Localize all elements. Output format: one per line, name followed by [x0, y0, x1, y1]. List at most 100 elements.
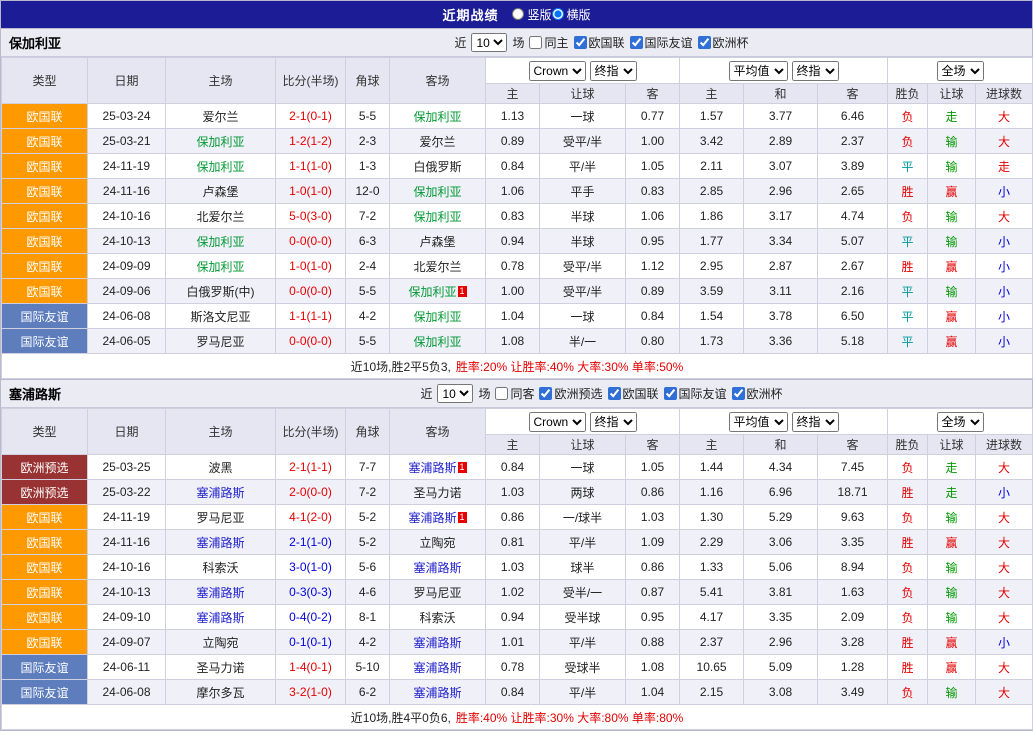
home-team-link[interactable]: 白俄罗斯(中)	[187, 285, 255, 299]
league-badge[interactable]: 欧国联	[2, 204, 88, 229]
euro-company-select[interactable]: 平均值	[729, 412, 788, 432]
away-team-link[interactable]: 保加利亚	[413, 210, 461, 224]
score-link[interactable]: 2-1(1-1)	[289, 460, 332, 474]
score-link[interactable]: 4-1(2-0)	[289, 510, 332, 524]
score-link[interactable]: 0-3(0-3)	[289, 585, 332, 599]
away-team-link[interactable]: 塞浦路斯	[413, 636, 461, 650]
league-badge[interactable]: 欧国联	[2, 179, 88, 204]
league-badge[interactable]: 欧国联	[2, 580, 88, 605]
league-badge[interactable]: 欧国联	[2, 279, 88, 304]
score-link[interactable]: 3-0(1-0)	[289, 560, 332, 574]
filter-option-2[interactable]: 国际友谊	[630, 34, 693, 51]
league-badge[interactable]: 欧国联	[2, 229, 88, 254]
home-team-link[interactable]: 卢森堡	[202, 185, 238, 199]
home-team-link[interactable]: 保加利亚	[196, 160, 244, 174]
league-badge[interactable]: 欧国联	[2, 129, 88, 154]
filter-checkbox[interactable]	[574, 36, 587, 49]
away-team-link[interactable]: 圣马力诺	[413, 486, 461, 500]
score-link[interactable]: 0-0(0-0)	[289, 234, 332, 248]
league-badge[interactable]: 欧洲预选	[2, 480, 88, 505]
away-team-link[interactable]: 立陶宛	[419, 536, 455, 550]
euro-company-select[interactable]: 平均值	[729, 61, 788, 81]
score-link[interactable]: 0-0(0-0)	[289, 334, 332, 348]
away-team-link[interactable]: 保加利亚	[413, 310, 461, 324]
league-badge[interactable]: 欧国联	[2, 505, 88, 530]
asia-final-select[interactable]: 终指	[590, 61, 637, 81]
score-link[interactable]: 0-1(0-1)	[289, 635, 332, 649]
away-team-link[interactable]: 保加利亚	[408, 285, 456, 299]
asia-final-select[interactable]: 终指	[590, 412, 637, 432]
away-team-link[interactable]: 塞浦路斯	[408, 461, 456, 475]
home-team-link[interactable]: 北爱尔兰	[196, 210, 244, 224]
league-badge[interactable]: 国际友谊	[2, 655, 88, 680]
league-badge[interactable]: 欧国联	[2, 605, 88, 630]
score-link[interactable]: 1-2(1-2)	[289, 134, 332, 148]
filter-checkbox[interactable]	[539, 387, 552, 400]
filter-checkbox[interactable]	[529, 36, 542, 49]
home-team-link[interactable]: 罗马尼亚	[196, 335, 244, 349]
score-link[interactable]: 1-0(1-0)	[289, 184, 332, 198]
filter-option-1[interactable]: 欧洲预选	[539, 385, 602, 402]
away-team-link[interactable]: 卢森堡	[419, 235, 455, 249]
league-badge[interactable]: 国际友谊	[2, 329, 88, 354]
filter-option-2[interactable]: 欧国联	[608, 385, 659, 402]
layout-radio-input[interactable]	[512, 8, 524, 20]
filter-option-0[interactable]: 同主	[529, 34, 568, 51]
away-team-link[interactable]: 保加利亚	[413, 110, 461, 124]
home-team-link[interactable]: 立陶宛	[202, 636, 238, 650]
filter-checkbox[interactable]	[608, 387, 621, 400]
score-link[interactable]: 1-0(1-0)	[289, 259, 332, 273]
away-team-link[interactable]: 塞浦路斯	[408, 511, 456, 525]
league-badge[interactable]: 国际友谊	[2, 304, 88, 329]
home-team-link[interactable]: 塞浦路斯	[196, 611, 244, 625]
home-team-link[interactable]: 爱尔兰	[202, 110, 238, 124]
away-team-link[interactable]: 科索沃	[419, 611, 455, 625]
filter-option-4[interactable]: 欧洲杯	[732, 385, 783, 402]
asia-company-select[interactable]: Crown	[529, 61, 586, 81]
score-link[interactable]: 2-1(0-1)	[289, 109, 332, 123]
score-link[interactable]: 2-1(1-0)	[289, 535, 332, 549]
league-badge[interactable]: 欧国联	[2, 555, 88, 580]
home-team-link[interactable]: 圣马力诺	[196, 661, 244, 675]
layout-radio-vertical[interactable]: 竖版	[512, 6, 551, 23]
home-team-link[interactable]: 罗马尼亚	[196, 511, 244, 525]
scope-select[interactable]: 全场	[937, 61, 984, 81]
away-team-link[interactable]: 塞浦路斯	[413, 661, 461, 675]
away-team-link[interactable]: 保加利亚	[413, 335, 461, 349]
score-link[interactable]: 0-4(0-2)	[289, 610, 332, 624]
score-link[interactable]: 1-1(1-0)	[289, 159, 332, 173]
filter-checkbox[interactable]	[732, 387, 745, 400]
filter-checkbox[interactable]	[664, 387, 677, 400]
league-badge[interactable]: 欧国联	[2, 154, 88, 179]
filter-option-1[interactable]: 欧国联	[574, 34, 625, 51]
league-badge[interactable]: 国际友谊	[2, 680, 88, 705]
home-team-link[interactable]: 科索沃	[202, 561, 238, 575]
home-team-link[interactable]: 塞浦路斯	[196, 586, 244, 600]
match-count-select[interactable]: 10	[437, 384, 473, 403]
league-badge[interactable]: 欧国联	[2, 104, 88, 129]
match-count-select[interactable]: 10	[471, 33, 507, 52]
score-link[interactable]: 2-0(0-0)	[289, 485, 332, 499]
home-team-link[interactable]: 塞浦路斯	[196, 536, 244, 550]
away-team-link[interactable]: 保加利亚	[413, 185, 461, 199]
away-team-link[interactable]: 塞浦路斯	[413, 686, 461, 700]
league-badge[interactable]: 欧国联	[2, 530, 88, 555]
score-link[interactable]: 1-4(0-1)	[289, 660, 332, 674]
filter-option-0[interactable]: 同客	[495, 385, 534, 402]
home-team-link[interactable]: 斯洛文尼亚	[190, 310, 250, 324]
filter-checkbox[interactable]	[698, 36, 711, 49]
euro-final-select[interactable]: 终指	[792, 61, 839, 81]
away-team-link[interactable]: 北爱尔兰	[413, 260, 461, 274]
away-team-link[interactable]: 白俄罗斯	[413, 160, 461, 174]
filter-option-3[interactable]: 欧洲杯	[698, 34, 749, 51]
away-team-link[interactable]: 塞浦路斯	[413, 561, 461, 575]
euro-final-select[interactable]: 终指	[792, 412, 839, 432]
home-team-link[interactable]: 塞浦路斯	[196, 486, 244, 500]
home-team-link[interactable]: 保加利亚	[196, 135, 244, 149]
score-link[interactable]: 0-0(0-0)	[289, 284, 332, 298]
home-team-link[interactable]: 摩尔多瓦	[196, 686, 244, 700]
score-link[interactable]: 5-0(3-0)	[289, 209, 332, 223]
score-link[interactable]: 1-1(1-1)	[289, 309, 332, 323]
league-badge[interactable]: 欧国联	[2, 254, 88, 279]
away-team-link[interactable]: 罗马尼亚	[413, 586, 461, 600]
